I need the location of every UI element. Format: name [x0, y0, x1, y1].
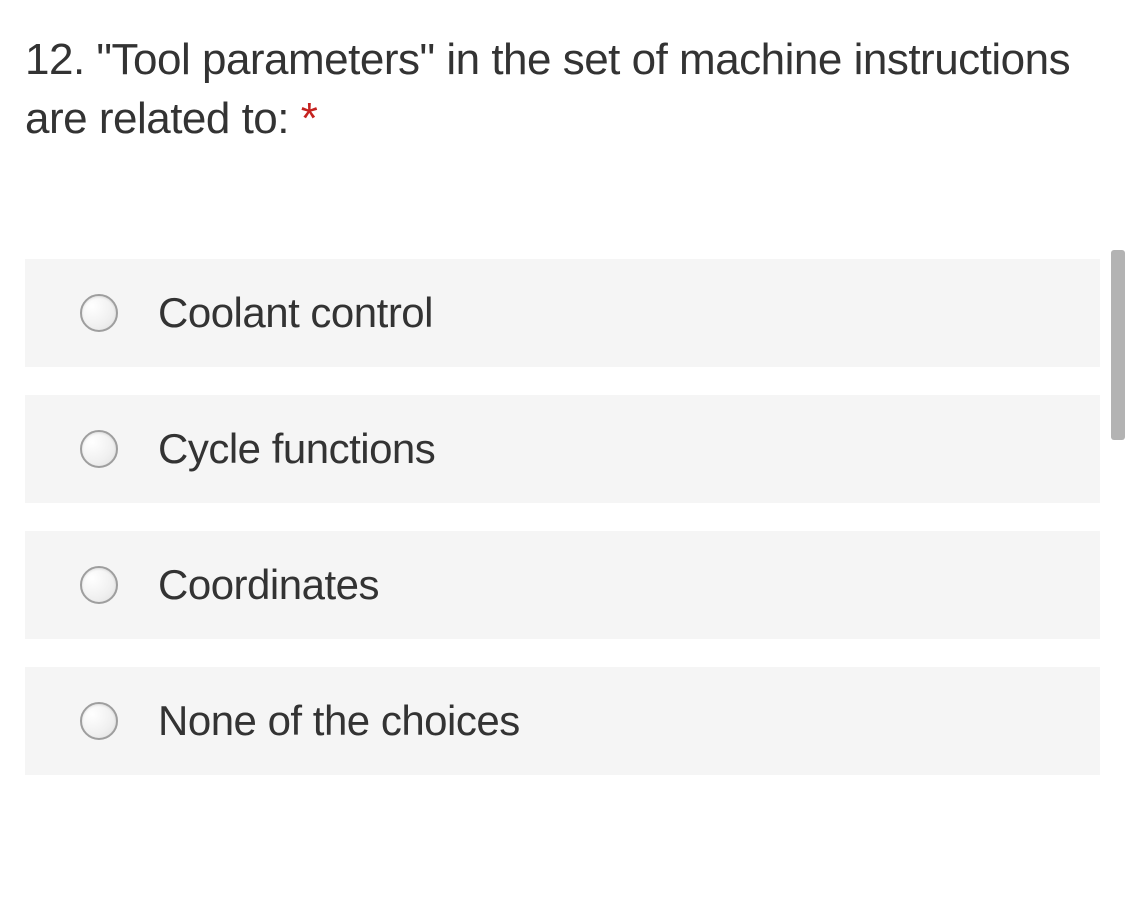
- question-container: 12. "Tool parameters" in the set of mach…: [0, 0, 1125, 149]
- question-text: 12. "Tool parameters" in the set of mach…: [25, 30, 1100, 149]
- question-number: 12.: [25, 35, 85, 84]
- option-none-of-the-choices[interactable]: None of the choices: [25, 667, 1100, 775]
- question-body: "Tool parameters" in the set of machine …: [25, 35, 1070, 143]
- option-label: Coordinates: [158, 561, 379, 609]
- option-coordinates[interactable]: Coordinates: [25, 531, 1100, 639]
- scrollbar-thumb[interactable]: [1111, 250, 1125, 440]
- option-label: Coolant control: [158, 289, 433, 337]
- radio-icon[interactable]: [80, 566, 118, 604]
- options-container: Coolant control Cycle functions Coordina…: [0, 259, 1125, 775]
- option-label: Cycle functions: [158, 425, 435, 473]
- radio-icon[interactable]: [80, 702, 118, 740]
- required-asterisk: *: [301, 94, 318, 143]
- option-cycle-functions[interactable]: Cycle functions: [25, 395, 1100, 503]
- radio-icon[interactable]: [80, 430, 118, 468]
- radio-icon[interactable]: [80, 294, 118, 332]
- option-label: None of the choices: [158, 697, 520, 745]
- option-coolant-control[interactable]: Coolant control: [25, 259, 1100, 367]
